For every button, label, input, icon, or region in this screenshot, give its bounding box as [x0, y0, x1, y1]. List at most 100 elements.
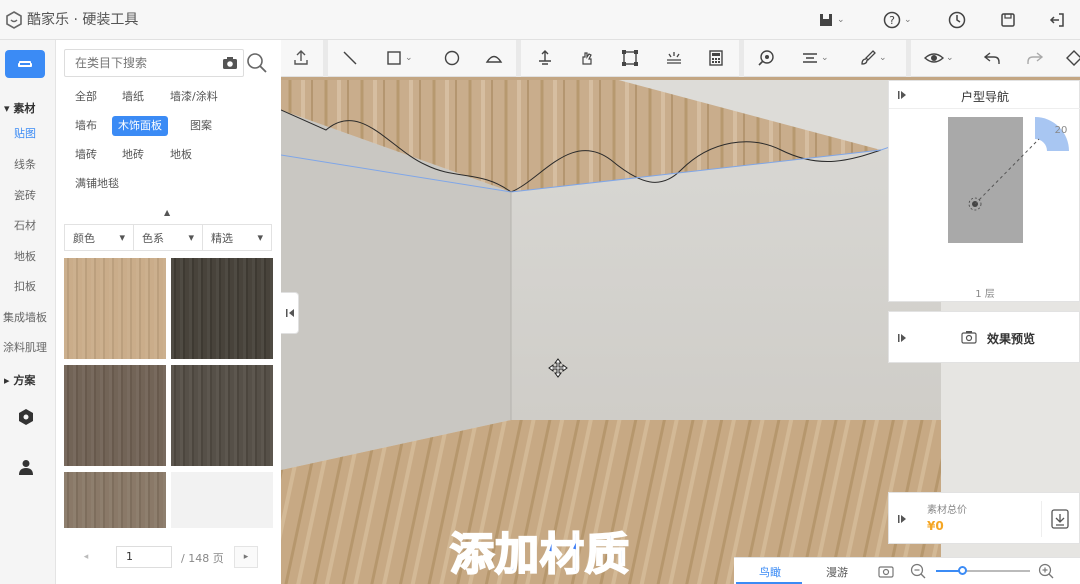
upload-icon — [294, 50, 308, 65]
erase-tool[interactable] — [1064, 48, 1080, 68]
sidebar-item-wall-panels[interactable]: 集成墙板 — [0, 309, 50, 325]
floorplan-minimap[interactable]: 20 — [889, 109, 1080, 285]
category-wallpaper[interactable]: 墙纸 — [116, 87, 150, 107]
align-tool[interactable]: ⌄ — [801, 48, 829, 68]
app-logo-icon — [6, 11, 22, 29]
floor-label: 1 层 — [975, 289, 995, 300]
calculator-icon — [709, 50, 723, 66]
save-button[interactable] — [999, 10, 1017, 30]
material-cost-label: 素材总价 — [927, 505, 967, 516]
toolbar-separator — [739, 40, 744, 77]
render-preview-panel[interactable]: 效果预览 — [888, 311, 1080, 363]
top-bar: 酷家乐 · 硬装工具 ⌄ ? ⌄ — [0, 0, 1080, 40]
camera-icon[interactable] — [222, 56, 238, 70]
arc-icon — [485, 55, 503, 63]
save-icon — [1001, 13, 1015, 27]
sidebar-item-tiles[interactable]: 瓷砖 — [0, 187, 50, 203]
undo-icon — [983, 52, 1000, 64]
sunlight-tool[interactable] — [665, 48, 683, 68]
calculator-tool[interactable] — [707, 48, 725, 68]
align-icon — [803, 53, 817, 63]
upload-tool[interactable] — [292, 48, 310, 68]
material-panel: 全部 墙纸 墙漆/涂料 墙布 木饰面板 图案 墙砖 地砖 地板 满铺地毯 ▲ 颜… — [56, 40, 281, 584]
category-pattern[interactable]: 图案 — [184, 116, 218, 136]
filter-featured-label: 精选 — [211, 231, 233, 245]
sidebar-item-texture[interactable]: 贴图 — [0, 125, 50, 141]
caret-down-icon: ▾ — [257, 231, 263, 244]
push-pull-tool[interactable] — [578, 48, 596, 68]
filter-color-label: 颜色 — [73, 231, 95, 245]
collapse-right-icon[interactable] — [897, 333, 907, 343]
select-tool[interactable] — [621, 48, 639, 68]
search-icon[interactable] — [246, 52, 268, 74]
camera-icon — [961, 331, 977, 344]
material-tile-dark-walnut-veneer[interactable] — [171, 258, 273, 359]
toolbar-separator — [516, 40, 521, 77]
line-icon — [343, 51, 357, 65]
collapse-panel-button[interactable] — [281, 292, 299, 334]
app-title: 酷家乐 · 硬装工具 — [27, 12, 139, 28]
chevron-down-icon: ⌄ — [904, 15, 912, 25]
filter-color-family-label: 色系 — [142, 231, 164, 245]
brush-icon — [861, 50, 876, 65]
video-caption: 添加材质 — [449, 528, 630, 581]
category-floor-tile[interactable]: 地砖 — [116, 145, 150, 165]
bookmark-icon — [820, 14, 832, 26]
line-tool[interactable] — [341, 48, 359, 68]
search-box[interactable] — [64, 49, 244, 77]
save-menu-button[interactable]: ⌄ — [818, 10, 845, 30]
category-wood-veneer[interactable]: 木饰面板 — [112, 116, 168, 136]
eye-icon — [924, 53, 944, 63]
filter-featured[interactable]: 精选 ▾ — [203, 225, 271, 250]
inspect-tool[interactable] — [757, 48, 775, 68]
rectangle-tool[interactable]: ⌄ — [385, 48, 413, 68]
user-icon[interactable] — [17, 458, 35, 476]
clock-icon — [948, 11, 966, 29]
help-button[interactable]: ? ⌄ — [883, 10, 912, 30]
visibility-tool[interactable]: ⌄ — [924, 48, 954, 68]
filter-color[interactable]: 颜色 ▾ — [65, 225, 134, 250]
sidebar-item-flooring[interactable]: 地板 — [0, 248, 50, 264]
category-wood-floor[interactable]: 地板 — [164, 145, 198, 165]
sidebar-item-panels[interactable]: 扣板 — [0, 278, 50, 294]
sun-horizon-icon — [667, 52, 681, 64]
chevron-down-icon: ⌄ — [879, 53, 887, 63]
category-wall-tile[interactable]: 墙砖 — [69, 145, 103, 165]
sidebar-item-stone[interactable]: 石材 — [0, 217, 50, 233]
search-input[interactable] — [75, 56, 215, 70]
caret-down-icon: ▾ — [188, 231, 194, 244]
exit-button[interactable] — [1048, 10, 1066, 30]
compass-angle: 20 — [1055, 125, 1068, 136]
hexagon-settings-icon[interactable] — [17, 408, 35, 426]
material-tile-brown-oak-veneer[interactable] — [64, 365, 166, 466]
category-wall-cloth[interactable]: 墙布 — [69, 116, 103, 136]
history-button[interactable] — [948, 10, 966, 30]
material-tile-light-oak-veneer[interactable] — [64, 258, 166, 359]
help-icon: ? — [883, 11, 901, 29]
undo-button[interactable] — [983, 48, 1001, 68]
redo-button[interactable] — [1026, 48, 1044, 68]
circle-tool[interactable] — [443, 48, 461, 68]
collapse-left-icon — [285, 309, 294, 317]
chevron-down-icon: ⌄ — [821, 53, 829, 63]
filter-color-family[interactable]: 色系 ▾ — [134, 225, 203, 250]
filter-row: 颜色 ▾ 色系 ▾ 精选 ▾ — [64, 224, 272, 251]
left-rail: ▾ 素材 贴图 线条 瓷砖 石材 地板 扣板 集成墙板 涂料肌理 ▸ 方案 — [0, 40, 56, 584]
section-plans[interactable]: ▸ 方案 — [4, 372, 35, 388]
category-all[interactable]: 全部 — [69, 87, 103, 107]
sidebar-item-lines[interactable]: 线条 — [0, 156, 50, 172]
category-wall-paint[interactable]: 墙漆/涂料 — [164, 87, 224, 107]
hand-icon — [582, 52, 592, 65]
move-tool[interactable] — [536, 48, 554, 68]
rectangle-icon — [387, 51, 401, 65]
material-library-button[interactable] — [5, 50, 45, 78]
section-materials[interactable]: ▾ 素材 — [4, 100, 35, 116]
paint-tool[interactable]: ⌄ — [859, 48, 887, 68]
category-carpet[interactable]: 满铺地毯 — [69, 174, 125, 194]
collapse-up-icon[interactable]: ▲ — [164, 208, 170, 217]
arc-tool[interactable] — [485, 48, 503, 68]
chevron-down-icon: ⌄ — [837, 15, 845, 25]
sidebar-item-paint-texture[interactable]: 涂料肌理 — [0, 339, 50, 355]
material-tile-smoked-oak-veneer[interactable] — [171, 365, 273, 466]
sofa-icon — [18, 61, 32, 67]
